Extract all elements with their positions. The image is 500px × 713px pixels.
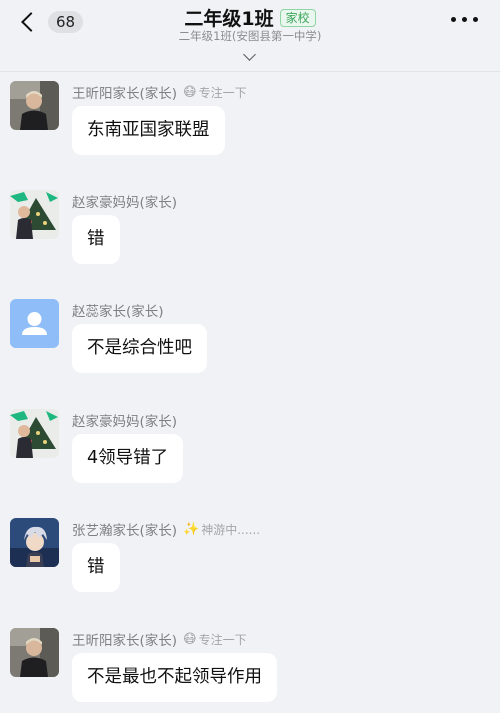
status: ✨ 神游中...... [183, 521, 260, 538]
status-text: 专注一下 [198, 85, 247, 100]
title-row: 二年级1班 家校 [0, 4, 500, 31]
sparkle-icon: ✨ [183, 521, 200, 537]
avatar[interactable] [10, 299, 59, 348]
message-bubble[interactable]: 4领导错了 [72, 434, 184, 483]
sender-name: 赵家豪妈妈(家长) [72, 195, 178, 211]
dot-icon [462, 17, 467, 22]
status-text: 神游中...... [201, 522, 261, 537]
sender-name: 张艺瀚家长(家长) [72, 523, 178, 539]
avatar[interactable] [10, 81, 59, 130]
avatar[interactable] [10, 518, 59, 567]
sender-line: 赵蕊家长(家长) [72, 300, 164, 320]
status: 😷 专注一下 [183, 631, 247, 648]
message-bubble[interactable]: 错 [72, 215, 120, 264]
man-photo-avatar-icon [10, 628, 59, 677]
sender-line: 赵家豪妈妈(家长) [72, 410, 177, 430]
status-text: 专注一下 [198, 632, 247, 647]
mask-face-icon: 😷 [183, 631, 197, 647]
more-options-button[interactable] [451, 17, 478, 22]
status: 😷 专注一下 [183, 84, 247, 101]
chat-header: 68 二年级1班 家校 二年级1班(安图县第一中学) [0, 0, 500, 72]
man-photo-avatar-icon [10, 81, 59, 130]
chevron-down-icon[interactable] [243, 48, 256, 61]
group-type-tag: 家校 [279, 8, 316, 27]
sender-name: 赵家豪妈妈(家长) [72, 414, 178, 430]
chat-title: 二年级1班 [184, 8, 274, 30]
sender-name: 王昕阳家长(家长) [72, 86, 178, 102]
avatar[interactable] [10, 190, 59, 239]
message-bubble[interactable]: 东南亚国家联盟 [72, 106, 225, 155]
christmas-photo-avatar-icon [10, 409, 59, 458]
sender-line: 张艺瀚家长(家长) ✨ 神游中...... [72, 519, 260, 540]
anime-boy-avatar-icon [10, 518, 59, 567]
sender-line: 赵家豪妈妈(家长) [72, 191, 177, 211]
avatar[interactable] [10, 409, 59, 458]
sender-line: 王昕阳家长(家长) 😷 专注一下 [72, 82, 247, 103]
sender-line: 王昕阳家长(家长) 😷 专注一下 [72, 629, 247, 650]
message-bubble[interactable]: 不是综合性吧 [72, 324, 207, 373]
message-bubble[interactable]: 错 [72, 543, 120, 592]
default-person-avatar-icon [10, 299, 59, 348]
dot-icon [473, 17, 478, 22]
message-bubble[interactable]: 不是最也不起领导作用 [72, 653, 277, 702]
dot-icon [451, 17, 456, 22]
mask-face-icon: 😷 [183, 84, 197, 100]
christmas-photo-avatar-icon [10, 190, 59, 239]
avatar[interactable] [10, 628, 59, 677]
sender-name: 王昕阳家长(家长) [72, 633, 178, 649]
chat-subtitle: 二年级1班(安图县第一中学) [178, 29, 322, 43]
sender-name: 赵蕊家长(家长) [72, 304, 164, 320]
